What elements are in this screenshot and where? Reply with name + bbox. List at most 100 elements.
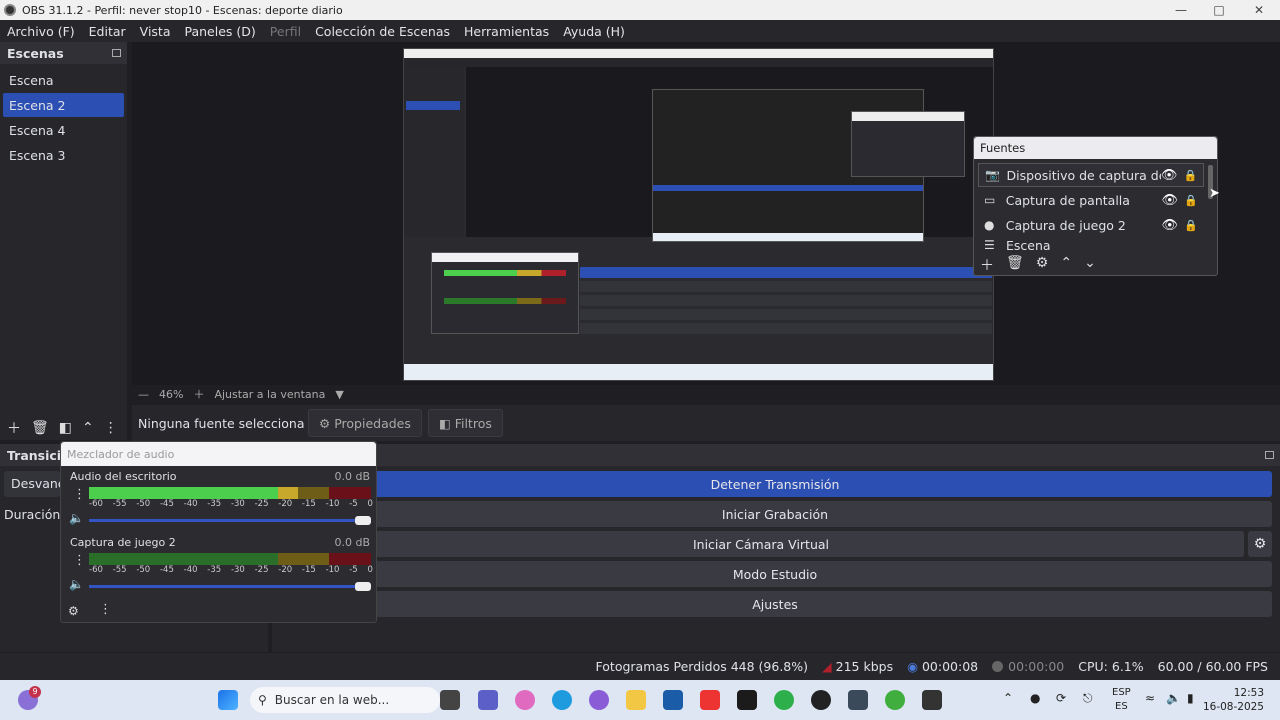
minimize-button[interactable]: — — [1162, 0, 1200, 20]
start-virtual-camera-button[interactable]: Iniciar Cámara Virtual — [278, 531, 1244, 557]
slider-handle[interactable] — [355, 582, 371, 591]
stream-time-value: 00:00:08 — [921, 659, 979, 674]
close-button[interactable]: ✕ — [1240, 0, 1278, 20]
filters-button[interactable]: ◧ Filtros — [427, 409, 503, 437]
chevron-down-icon[interactable]: ▼ — [335, 388, 343, 401]
app-green-icon[interactable] — [885, 690, 905, 710]
studio-mode-button[interactable]: Modo Estudio — [278, 561, 1272, 587]
source-item-scene[interactable]: ☰ Escena — [978, 238, 1204, 250]
scene-item-escena-4[interactable]: Escena 4 — [3, 118, 124, 142]
zoom-out-icon[interactable]: — — [138, 388, 149, 401]
source-label: Escena — [1006, 238, 1051, 250]
microphone-icon[interactable]: ⎋ — [1083, 691, 1093, 706]
language-indicator[interactable]: ESP ES — [1112, 686, 1131, 714]
menu-herramientas[interactable]: Herramientas — [457, 24, 556, 39]
meter-tick-label: -40 — [183, 565, 198, 575]
settings-button[interactable]: Ajustes — [278, 591, 1272, 617]
lock-icon[interactable]: 🔒 — [1183, 169, 1203, 182]
mixer-menu-icon[interactable]: ⋮ — [99, 602, 112, 617]
speaker-icon[interactable]: 🔈 — [69, 511, 84, 525]
move-up-icon[interactable]: ⌃ — [82, 420, 94, 436]
store-icon[interactable] — [663, 690, 683, 710]
more-options-icon[interactable]: ⋮ — [104, 420, 118, 436]
start-recording-button[interactable]: Iniciar Grabación — [278, 501, 1272, 527]
volume-slider[interactable] — [89, 516, 371, 525]
search-placeholder: Buscar en la web... — [274, 693, 390, 707]
capcut-icon[interactable] — [922, 690, 942, 710]
delete-source-icon[interactable]: 🗑 — [1006, 255, 1024, 275]
scene-label: Escena — [9, 72, 54, 88]
chrome-icon[interactable] — [774, 690, 794, 710]
obs-taskbar-icon[interactable] — [811, 690, 831, 710]
meter-tick-label: -50 — [136, 499, 151, 509]
lock-icon[interactable]: 🔒 — [1184, 219, 1204, 232]
edge-icon[interactable] — [552, 690, 572, 710]
transition-select[interactable]: Desvanec — [4, 471, 72, 497]
clock[interactable]: 12:53 16-08-2025 — [1203, 686, 1264, 714]
scene-item-escena[interactable]: Escena — [3, 68, 124, 92]
speaker-icon[interactable]: 🔈 — [69, 577, 84, 591]
stop-stream-button[interactable]: Detener Transmisión — [278, 471, 1272, 497]
advanced-audio-icon[interactable]: ⚙ — [68, 604, 79, 618]
move-up-icon[interactable]: ⌃ — [1060, 255, 1072, 275]
source-item-video-capture[interactable]: 📷 Dispositivo de captura de video 👁 🔒 — [978, 163, 1204, 187]
no-source-label: Ninguna fuente selecciona — [138, 415, 305, 431]
channel-name: Audio del escritorio — [70, 470, 177, 483]
channel-menu-icon[interactable]: ⋮ — [73, 553, 86, 568]
maximize-button[interactable]: □ — [1200, 0, 1238, 20]
sync-icon[interactable]: ⟳ — [1056, 691, 1066, 705]
slider-handle[interactable] — [355, 516, 371, 525]
windows-start-icon[interactable] — [218, 690, 238, 710]
properties-button[interactable]: ⚙ Propiedades — [308, 409, 422, 437]
nested-stream-button — [580, 267, 992, 278]
scene-item-escena-2[interactable]: Escena 2 — [3, 93, 124, 117]
menu-paneles[interactable]: Paneles (D) — [178, 24, 263, 39]
app-red-icon[interactable] — [700, 690, 720, 710]
taskbar-search[interactable]: ⚲ Buscar en la web... — [250, 687, 440, 713]
volume-icon[interactable]: 🔈 — [1166, 691, 1181, 705]
file-explorer-icon[interactable] — [626, 690, 646, 710]
app-icon[interactable] — [589, 690, 609, 710]
kick-icon[interactable] — [737, 690, 757, 710]
gear-icon: ⚙ — [1253, 536, 1267, 552]
app-icon[interactable] — [848, 690, 868, 710]
undock-icon[interactable] — [112, 49, 121, 57]
tray-app-icon[interactable]: ● — [1030, 691, 1040, 705]
task-view-icon[interactable] — [440, 690, 460, 710]
menu-ayuda[interactable]: Ayuda (H) — [556, 24, 632, 39]
meter-tick-label: -55 — [112, 499, 127, 509]
channel-menu-icon[interactable]: ⋮ — [73, 487, 86, 502]
add-source-icon[interactable]: ＋ — [980, 255, 994, 275]
rec-time-value: 00:00:00 — [1008, 659, 1065, 674]
visibility-eye-icon[interactable]: 👁 — [1161, 168, 1181, 183]
source-item-screen-capture[interactable]: ▭ Captura de pantalla 👁 🔒 — [978, 188, 1204, 212]
delete-scene-icon[interactable]: 🗑 — [31, 420, 49, 436]
source-item-game-capture[interactable]: ● Captura de juego 2 👁 🔒 — [978, 213, 1204, 237]
menu-coleccion-escenas[interactable]: Colección de Escenas — [308, 24, 457, 39]
scene-item-escena-3[interactable]: Escena 3 — [3, 143, 124, 167]
preview-canvas[interactable] — [403, 48, 994, 381]
fit-window-label[interactable]: Ajustar a la ventana — [214, 388, 325, 401]
teams-icon[interactable] — [478, 690, 498, 710]
chevron-up-icon[interactable]: ⌃ — [1003, 691, 1013, 705]
filter-scene-icon[interactable]: ◧ — [59, 420, 72, 436]
wifi-icon[interactable]: ≈ — [1145, 691, 1155, 705]
add-scene-icon[interactable]: ＋ — [7, 418, 21, 438]
virtual-camera-settings-button[interactable]: ⚙ — [1248, 531, 1272, 557]
zoom-in-icon[interactable]: ＋ — [193, 386, 204, 402]
copilot-icon[interactable] — [515, 690, 535, 710]
lock-icon[interactable]: 🔒 — [1184, 194, 1204, 207]
menu-editar[interactable]: Editar — [82, 24, 133, 39]
window-title: OBS 31.1.2 - Perfil: never stop10 - Esce… — [22, 3, 343, 17]
undock-icon[interactable] — [1265, 451, 1274, 459]
visibility-eye-icon[interactable]: 👁 — [1162, 193, 1182, 208]
menu-vista[interactable]: Vista — [133, 24, 178, 39]
battery-icon[interactable]: ▮ — [1187, 691, 1194, 705]
volume-slider[interactable] — [89, 582, 371, 591]
move-down-icon[interactable]: ⌄ — [1084, 255, 1096, 275]
visibility-eye-icon[interactable]: 👁 — [1162, 218, 1182, 233]
gear-icon[interactable]: ⚙ — [1036, 255, 1049, 275]
menu-perfil[interactable]: Perfil — [263, 24, 308, 39]
meter-lit-segment — [89, 487, 278, 499]
menu-archivo[interactable]: Archivo (F) — [0, 24, 82, 39]
